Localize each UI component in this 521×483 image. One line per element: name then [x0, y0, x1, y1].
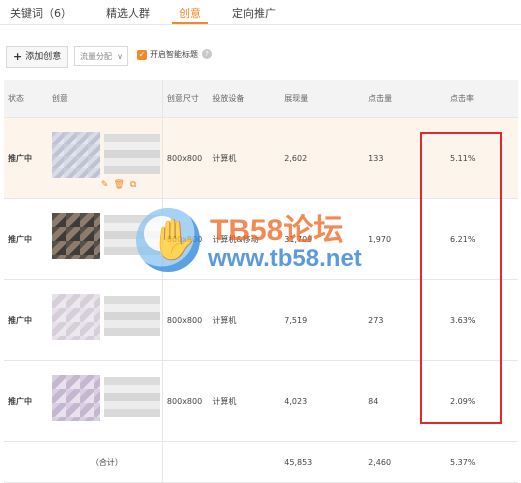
active-tab-indicator: [172, 22, 208, 24]
creative-thumbnail[interactable]: [51, 375, 100, 421]
creative-cell: [47, 360, 163, 442]
header-clicks: 点击量: [364, 80, 447, 118]
device-cell: 计算机: [208, 279, 281, 361]
plus-icon: +: [13, 50, 23, 63]
hand-icon: ✋: [149, 217, 199, 263]
impressions-cell: 7,519: [280, 279, 365, 361]
help-icon[interactable]: ?: [202, 49, 212, 59]
row-actions: ✎ 🗑 ⧉: [101, 180, 136, 190]
status-badge: 推广中: [4, 198, 48, 280]
size-cell: 800x800: [161, 279, 209, 361]
status-badge: 推广中: [4, 117, 48, 199]
size-cell: 800x800: [161, 117, 209, 199]
device-cell: 计算机: [208, 360, 281, 442]
traffic-allocation-value: 流量分配: [80, 52, 112, 61]
watermark-title: TB58论坛: [210, 214, 344, 247]
table-total-row: （合计） 45,853 2,460 5.37%: [4, 441, 518, 483]
header-impressions: 展现量: [280, 80, 365, 118]
table-header-row: 状态 创意 创意尺寸 投放设备 展现量 点击量 点击率: [4, 80, 518, 118]
status-badge: 推广中: [4, 279, 48, 361]
size-cell: 800x800: [161, 360, 209, 442]
watermark: ✋ TB58论坛 www.tb58.net: [136, 205, 396, 285]
smart-title-checkbox[interactable]: ✓: [137, 50, 147, 60]
tab-targeted-promotion[interactable]: 定向推广: [232, 5, 276, 21]
status-badge: 推广中: [4, 360, 48, 442]
creative-thumbnail[interactable]: [51, 132, 100, 178]
add-creative-label: 添加创意: [25, 52, 62, 62]
creative-thumbnail[interactable]: [51, 213, 100, 259]
header-size: 创意尺寸: [161, 80, 209, 118]
add-creative-button[interactable]: + 添加创意: [6, 46, 69, 68]
creative-title-blurred: [103, 296, 160, 336]
device-cell: 计算机: [208, 117, 281, 199]
ctr-highlight-box: [420, 132, 502, 424]
total-device-cell: [208, 441, 281, 483]
creative-title-blurred: [103, 377, 160, 417]
tab-selected-audience[interactable]: 精选人群: [106, 5, 150, 21]
delete-icon[interactable]: 🗑: [113, 180, 124, 190]
smart-title-label: 开启智能标题: [150, 50, 198, 59]
tab-bar: 关键词（6） 精选人群 创意 定向推广: [0, 0, 521, 25]
toolbar: + 添加创意 流量分配 ∨ ✓ 开启智能标题 ?: [0, 40, 521, 70]
total-clicks: 2,460: [364, 441, 447, 483]
watermark-url: www.tb58.net: [208, 245, 362, 272]
chevron-down-icon: ∨: [117, 52, 123, 61]
impressions-cell: 4,023: [280, 360, 365, 442]
creative-cell: [47, 279, 163, 361]
edit-icon[interactable]: ✎: [101, 180, 109, 190]
tab-creative[interactable]: 创意: [179, 5, 201, 21]
traffic-allocation-select[interactable]: 流量分配 ∨: [74, 46, 128, 66]
header-ctr: 点击率: [446, 80, 518, 118]
header-status: 状态: [4, 80, 48, 118]
header-device: 投放设备: [208, 80, 281, 118]
creative-title-blurred: [103, 134, 160, 174]
tab-keywords[interactable]: 关键词（6）: [10, 5, 72, 21]
total-ctr: 5.37%: [446, 441, 518, 483]
total-label: （合计）: [47, 441, 163, 483]
copy-icon[interactable]: ⧉: [130, 180, 136, 190]
total-status-cell: [4, 441, 48, 483]
total-impressions: 45,853: [280, 441, 365, 483]
creative-cell: ✎ 🗑 ⧉: [47, 117, 163, 199]
total-size-cell: [161, 441, 209, 483]
impressions-cell: 2,602: [280, 117, 365, 199]
header-creative: 创意: [47, 80, 163, 118]
creative-thumbnail[interactable]: [51, 294, 100, 340]
